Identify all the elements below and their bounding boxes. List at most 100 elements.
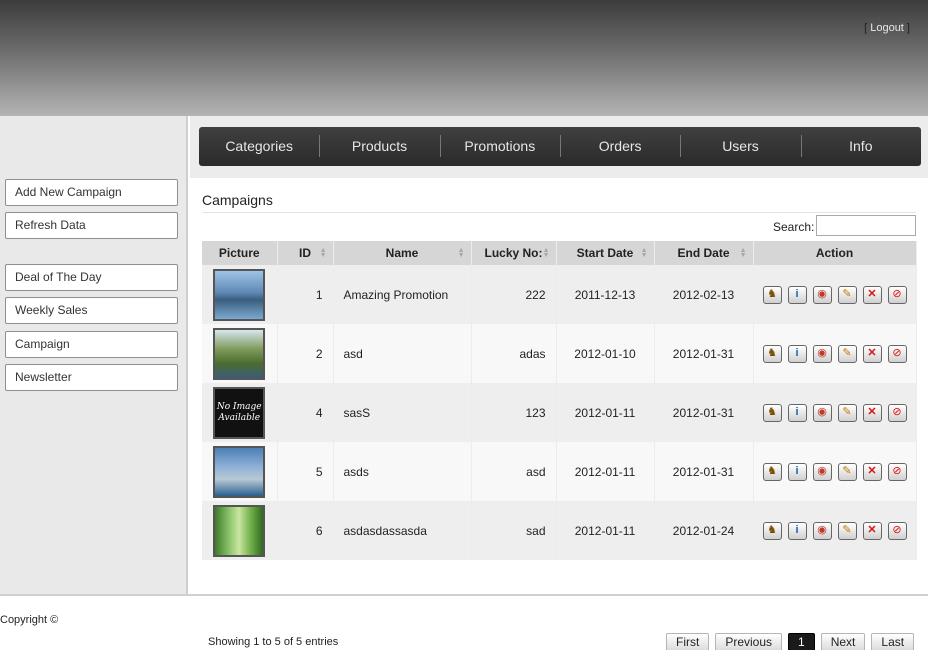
table-header-row: Picture ID ▲ ▼ Name ▲ ▼ Lucky No: ▲ ▼ Start Da… [202, 241, 917, 265]
sidebar: Add New Campaign Refresh Data Deal of Th… [0, 116, 188, 594]
info-icon[interactable]: i [787, 344, 807, 363]
cell-start-date: 2012-01-11 [556, 442, 655, 501]
image-icon[interactable]: ◉ [812, 403, 832, 422]
edit-pencil-icon[interactable]: ✎ [837, 403, 857, 422]
user-icon[interactable]: ♞ [762, 285, 782, 304]
delete-icon[interactable]: ✕ [862, 344, 882, 363]
sort-icon: ▲ ▼ [457, 247, 465, 259]
campaigns-table: Picture ID ▲ ▼ Name ▲ ▼ Lucky No: ▲ ▼ Start Da… [202, 241, 917, 560]
campaigns-panel: Campaigns Search: Picture ID ▲ ▼ Name ▲ ▼ Lu… [190, 178, 928, 650]
user-icon[interactable]: ♞ [762, 403, 782, 422]
cell-name: sasS [333, 383, 472, 442]
col-header-lucky-no[interactable]: Lucky No: ▲ ▼ [471, 241, 557, 265]
previous-page-button[interactable]: Previous [715, 633, 783, 650]
pagination: First Previous 1 Next Last [666, 633, 915, 650]
table-row: No Image Available 4 sasS 123 2012-01-11… [202, 383, 917, 442]
edit-pencil-icon[interactable]: ✎ [837, 285, 857, 304]
cell-start-date: 2012-01-11 [556, 383, 655, 442]
refresh-data-button[interactable]: Refresh Data [5, 212, 178, 239]
last-page-button[interactable]: Last [871, 633, 915, 650]
delete-icon[interactable]: ✕ [862, 403, 882, 422]
row-actions: ♞ i ◉ ✎ ✕ ⊘ [754, 462, 916, 481]
campaign-button[interactable]: Campaign [5, 331, 178, 358]
col-header-start-date[interactable]: Start Date ▲ ▼ [556, 241, 655, 265]
cell-id: 6 [277, 501, 334, 560]
current-page-button[interactable]: 1 [788, 633, 815, 650]
cell-id: 2 [277, 324, 334, 383]
logout-link[interactable]: Logout [870, 22, 904, 34]
campaign-thumbnail[interactable] [213, 268, 266, 321]
col-header-end-date[interactable]: End Date ▲ ▼ [654, 241, 754, 265]
sort-icon: ▲ ▼ [739, 247, 747, 259]
edit-pencil-icon[interactable]: ✎ [837, 344, 857, 363]
newsletter-button[interactable]: Newsletter [5, 364, 178, 391]
disable-icon[interactable]: ⊘ [887, 521, 907, 540]
cell-name: asdasdassasda [333, 501, 472, 560]
nav-promotions[interactable]: Promotions [439, 127, 560, 166]
sort-icon: ▲ ▼ [542, 247, 550, 259]
no-image-placeholder[interactable]: No Image Available [213, 386, 266, 439]
user-icon[interactable]: ♞ [762, 462, 782, 481]
table-row: 5 asds asd 2012-01-11 2012-01-31 ♞ i ◉ ✎… [202, 442, 917, 501]
image-icon[interactable]: ◉ [812, 285, 832, 304]
cell-end-date: 2012-01-31 [654, 324, 754, 383]
cell-start-date: 2012-01-10 [556, 324, 655, 383]
search-input[interactable] [816, 215, 916, 236]
disable-icon[interactable]: ⊘ [887, 462, 907, 481]
table-info: Showing 1 to 5 of 5 entries [208, 636, 339, 648]
cell-lucky-no: asd [471, 442, 557, 501]
cell-start-date: 2012-01-11 [556, 501, 655, 560]
cell-name: Amazing Promotion [333, 265, 472, 324]
info-icon[interactable]: i [787, 285, 807, 304]
edit-pencil-icon[interactable]: ✎ [837, 521, 857, 540]
campaign-thumbnail[interactable] [213, 504, 266, 557]
next-page-button[interactable]: Next [820, 633, 866, 650]
col-header-picture: Picture [202, 241, 278, 265]
user-icon[interactable]: ♞ [762, 344, 782, 363]
sort-icon: ▲ ▼ [640, 247, 648, 259]
cell-end-date: 2012-01-24 [654, 501, 754, 560]
add-new-campaign-button[interactable]: Add New Campaign [5, 179, 178, 206]
delete-icon[interactable]: ✕ [862, 285, 882, 304]
delete-icon[interactable]: ✕ [862, 521, 882, 540]
cell-end-date: 2012-01-31 [654, 442, 754, 501]
header-banner: [ Logout ] [0, 0, 928, 116]
campaign-thumbnail[interactable] [213, 327, 266, 380]
nav-orders[interactable]: Orders [559, 127, 680, 166]
weekly-sales-button[interactable]: Weekly Sales [5, 297, 178, 324]
row-actions: ♞ i ◉ ✎ ✕ ⊘ [754, 285, 916, 304]
sort-icon: ▲ ▼ [319, 247, 327, 259]
first-page-button[interactable]: First [666, 633, 710, 650]
col-header-id[interactable]: ID ▲ ▼ [277, 241, 334, 265]
row-actions: ♞ i ◉ ✎ ✕ ⊘ [754, 403, 916, 422]
campaign-thumbnail[interactable] [213, 445, 266, 498]
logout-area: [ Logout ] [864, 22, 910, 34]
cell-start-date: 2011-12-13 [556, 265, 655, 324]
cell-id: 5 [277, 442, 334, 501]
table-row: 1 Amazing Promotion 222 2011-12-13 2012-… [202, 265, 917, 324]
col-header-name[interactable]: Name ▲ ▼ [333, 241, 472, 265]
nav-products[interactable]: Products [319, 127, 439, 166]
delete-icon[interactable]: ✕ [862, 462, 882, 481]
nav-users[interactable]: Users [680, 127, 800, 166]
image-icon[interactable]: ◉ [812, 462, 832, 481]
nav-info[interactable]: Info [800, 127, 921, 166]
info-icon[interactable]: i [787, 403, 807, 422]
table-row: 2 asd adas 2012-01-10 2012-01-31 ♞ i ◉ ✎… [202, 324, 917, 383]
cell-name: asds [333, 442, 472, 501]
disable-icon[interactable]: ⊘ [887, 344, 907, 363]
image-icon[interactable]: ◉ [812, 344, 832, 363]
info-icon[interactable]: i [787, 462, 807, 481]
copyright-text: Copyright © [0, 614, 59, 626]
image-icon[interactable]: ◉ [812, 521, 832, 540]
title-divider [202, 212, 916, 213]
user-icon[interactable]: ♞ [762, 521, 782, 540]
edit-pencil-icon[interactable]: ✎ [837, 462, 857, 481]
cell-lucky-no: adas [471, 324, 557, 383]
col-header-action: Action [753, 241, 917, 265]
deal-of-the-day-button[interactable]: Deal of The Day [5, 264, 178, 291]
disable-icon[interactable]: ⊘ [887, 403, 907, 422]
disable-icon[interactable]: ⊘ [887, 285, 907, 304]
info-icon[interactable]: i [787, 521, 807, 540]
nav-categories[interactable]: Categories [199, 127, 319, 166]
